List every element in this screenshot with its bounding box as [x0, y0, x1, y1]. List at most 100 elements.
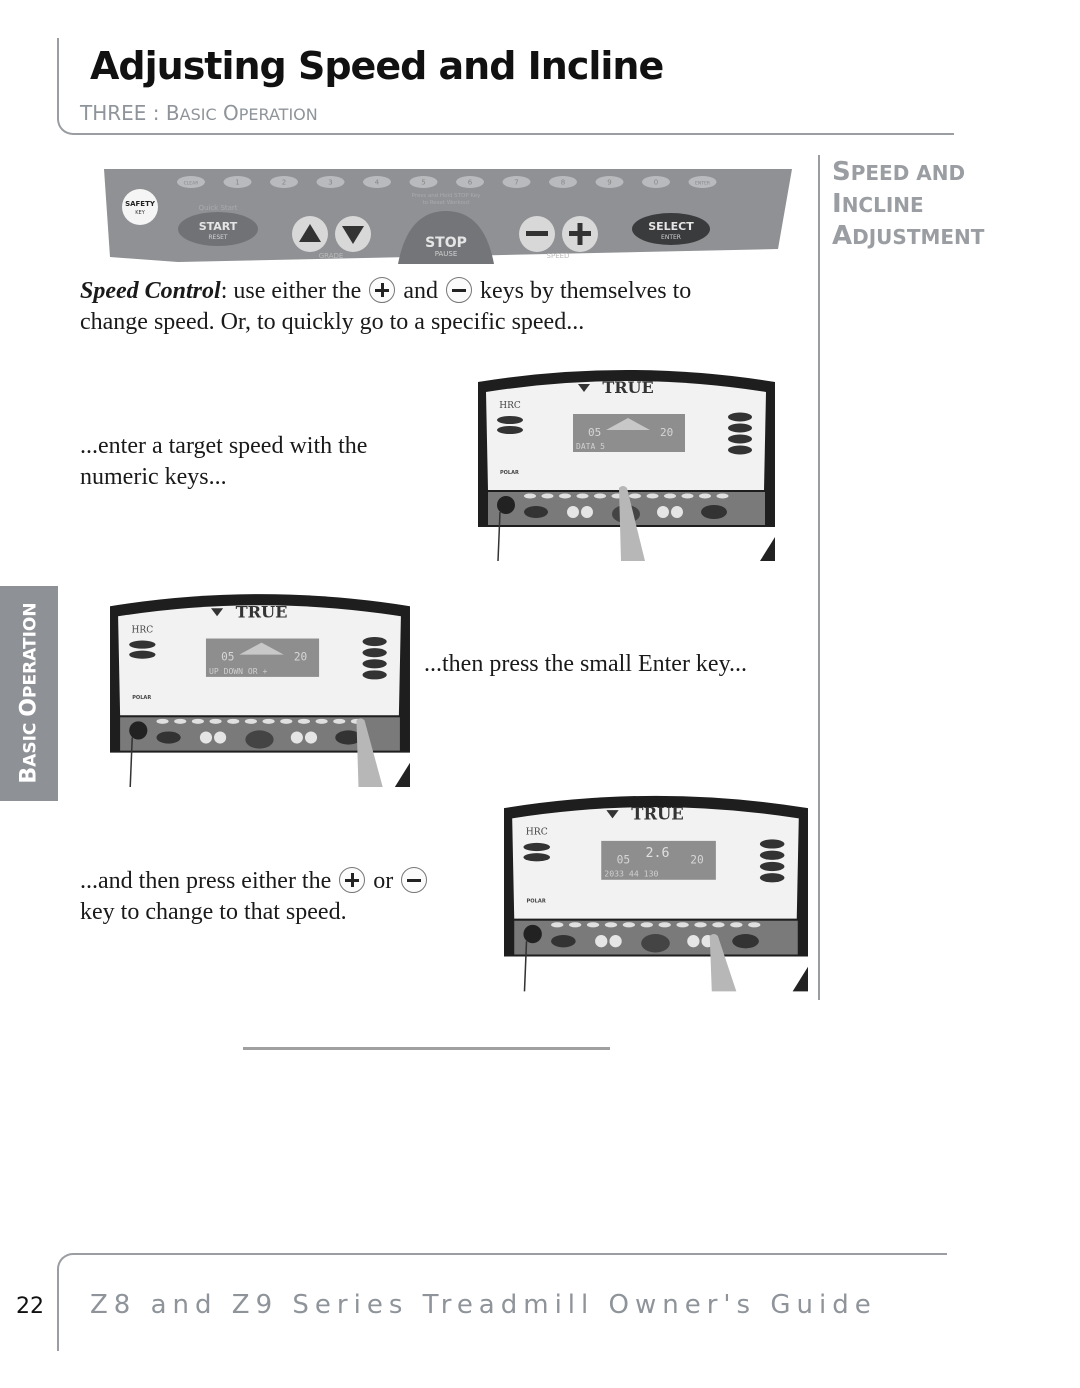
- page-title: Adjusting Speed and Incline: [90, 44, 664, 88]
- grade-down-key: [609, 935, 622, 948]
- stop-hint-line1: Press and Hold STOP Key: [412, 193, 482, 199]
- select-key: [732, 934, 759, 949]
- program-button: [362, 670, 387, 680]
- plus-key-icon: [369, 277, 396, 303]
- start-label: START: [199, 220, 238, 233]
- numeric-key: [524, 493, 536, 499]
- minus-key-icon: [445, 277, 472, 303]
- numeric-key: [262, 718, 275, 724]
- chapter-label: THREE : BASIC OPERATION: [80, 101, 318, 125]
- program-button: [497, 426, 523, 434]
- step-enter-speed: ...enter a target speed with the numeric …: [80, 431, 440, 493]
- program-button: [497, 416, 523, 424]
- numeric-key-label: 5: [421, 179, 425, 187]
- brand-logo: TRUE: [602, 378, 653, 397]
- program-button: [523, 842, 551, 852]
- numeric-key: [658, 922, 671, 928]
- hrc-label: HRC: [526, 827, 548, 838]
- speed-plus-key: [671, 506, 683, 518]
- start-sub-label: RESET: [208, 234, 228, 241]
- speed-control-paragraph: Speed Control: use either the and keys b…: [80, 276, 800, 338]
- section-title-rest: PEED AND: [850, 161, 966, 185]
- numeric-key: [315, 718, 328, 724]
- numeric-key: [333, 718, 346, 724]
- program-button: [728, 434, 752, 444]
- polar-logo: POLAR: [527, 898, 546, 904]
- numeric-key: [576, 493, 589, 499]
- program-button: [759, 850, 785, 860]
- section-title-cap: I: [832, 189, 842, 219]
- safety-key-icon: [129, 721, 148, 740]
- polar-logo: POLAR: [132, 695, 151, 701]
- numeric-key: [681, 493, 694, 499]
- numeric-key: [191, 718, 204, 724]
- speed-control-label: Speed Control: [80, 278, 221, 304]
- program-button: [362, 659, 387, 669]
- section-title-rest: DJUSTMENT: [852, 225, 985, 249]
- numeric-key: [748, 922, 761, 928]
- tab-rest: ASIC: [20, 716, 41, 767]
- numeric-key: [646, 493, 659, 499]
- tab-cap: B: [16, 766, 42, 784]
- minus-key-icon: [401, 867, 428, 893]
- program-button: [759, 861, 785, 872]
- speed-label: SPEED: [547, 252, 570, 260]
- text-run: ...enter a target speed with the: [80, 433, 368, 459]
- text-run: numeric keys...: [80, 464, 227, 490]
- display-left-value: 05: [588, 426, 601, 439]
- numeric-key: [568, 922, 582, 928]
- start-key: [524, 506, 548, 518]
- speed-plus-key: [304, 731, 318, 744]
- select-sub-label: ENTER: [661, 234, 681, 241]
- program-button: [129, 640, 156, 649]
- chapter-prefix: THREE :: [80, 101, 166, 125]
- page-number: 22: [16, 1294, 44, 1319]
- grade-down-key: [581, 506, 593, 518]
- start-key: [551, 935, 576, 948]
- stop-hint-line2: to Reset Workout: [422, 200, 470, 206]
- section-divider: [243, 1047, 610, 1050]
- display-left-value: 05: [617, 853, 631, 866]
- numeric-key: [209, 718, 222, 724]
- text-run: ...and then press either the: [80, 868, 338, 894]
- plus-key-icon: [339, 867, 366, 893]
- program-button: [129, 650, 156, 659]
- keypad-illustration: CLEAR 1 2 3 4 5 6 7 8 9 0 ENTER SAFETY KEY Quick St…: [98, 167, 794, 264]
- program-button: [728, 445, 752, 455]
- select-key: [701, 505, 727, 519]
- numeric-key: [622, 922, 636, 928]
- display-right-value: 20: [660, 426, 673, 439]
- numeric-key-label: 0: [654, 179, 658, 187]
- numeric-key-label: 7: [514, 179, 518, 187]
- photo-press-enter: TRUE HRC 05 20 UP DOWN OR + POLAR: [110, 586, 410, 787]
- keypad-svg: CLEAR 1 2 3 4 5 6 7 8 9 0 ENTER SAFETY KEY Quick St…: [104, 169, 792, 264]
- hrc-label: HRC: [131, 625, 153, 635]
- text-run: or: [367, 868, 400, 894]
- numeric-key: [551, 922, 564, 928]
- speed-minus-key: [657, 506, 669, 518]
- stop-sub-label: PAUSE: [435, 250, 458, 258]
- stop-label: STOP: [425, 235, 467, 251]
- section-title-rest: NCLINE: [841, 193, 924, 217]
- numeric-key: [716, 493, 729, 499]
- polar-logo: POLAR: [500, 470, 519, 476]
- numeric-key: [699, 493, 711, 499]
- console-photo-svg: TRUE HRC 05 20 DATA 5 POLAR: [478, 362, 775, 561]
- numeric-key-label: 9: [607, 179, 611, 187]
- chapter-rest: ASIC: [179, 105, 217, 124]
- program-button: [362, 648, 387, 658]
- speed-minus-key: [687, 935, 700, 948]
- program-button: [728, 412, 752, 422]
- brand-logo: TRUE: [631, 804, 684, 823]
- numeric-key: [594, 493, 606, 499]
- photo-enter-numeric: TRUE HRC 05 20 DATA 5 POLAR: [478, 362, 775, 561]
- safety-sub-label: KEY: [135, 210, 145, 216]
- numeric-key: [174, 718, 187, 724]
- safety-key-icon: [523, 924, 542, 944]
- grade-down-key: [214, 731, 227, 744]
- numeric-key-label: 2: [282, 179, 286, 187]
- numeric-key: [629, 493, 641, 499]
- quick-start-label: Quick Start: [198, 204, 237, 212]
- start-key: [156, 731, 181, 744]
- display-center-value: 2.6: [646, 846, 670, 861]
